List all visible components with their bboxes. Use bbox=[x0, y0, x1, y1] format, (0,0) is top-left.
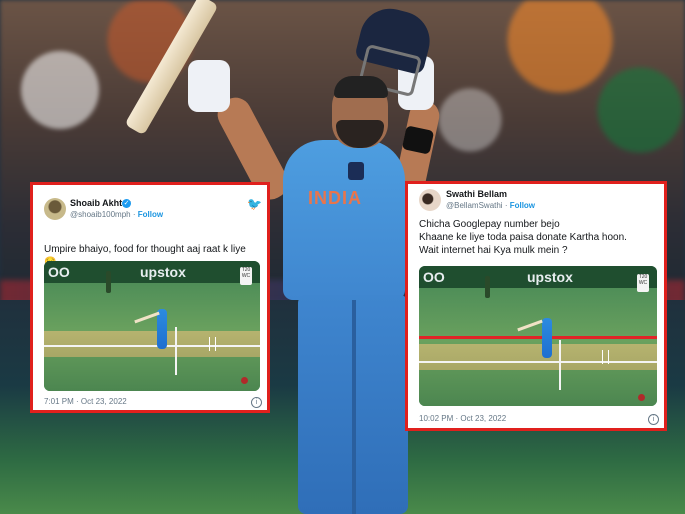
upstox-hoarding: OO upstox bbox=[419, 266, 657, 288]
avatar[interactable] bbox=[419, 189, 441, 211]
tweet-media-image[interactable]: OO upstox T20 WC bbox=[44, 261, 260, 391]
handle-line: @BellamSwathi · Follow bbox=[446, 201, 536, 210]
broadcast-logo: T20 WC bbox=[637, 274, 649, 292]
pitch bbox=[419, 344, 657, 370]
pitch bbox=[44, 331, 260, 357]
user-handle[interactable]: @BellamSwathi bbox=[446, 201, 503, 210]
broadcast-logo: T20 WC bbox=[240, 267, 252, 285]
fielder bbox=[485, 276, 490, 298]
tweet-card-swathi[interactable]: Swathi Bellam @BellamSwathi · Follow Chi… bbox=[405, 181, 667, 431]
timestamp[interactable]: 10:02 PM · Oct 23, 2022 bbox=[419, 414, 506, 423]
user-handle[interactable]: @shoaib100mph bbox=[70, 210, 131, 219]
display-name[interactable]: Swathi Bellam bbox=[446, 189, 507, 199]
stumps bbox=[209, 337, 216, 351]
left-glove bbox=[188, 60, 230, 112]
avatar[interactable] bbox=[44, 198, 66, 220]
follow-button[interactable]: Follow bbox=[138, 210, 163, 219]
upstox-hoarding: OO upstox bbox=[44, 261, 260, 283]
tweet-card-shoaib[interactable]: Shoaib Akhtar ✓ @shoaib100mph · Follow 🐦… bbox=[30, 182, 270, 413]
bcci-logo bbox=[348, 162, 364, 180]
follow-button[interactable]: Follow bbox=[510, 201, 535, 210]
tweet-media-image[interactable]: OO upstox T20 WC bbox=[419, 266, 657, 406]
info-icon[interactable]: i bbox=[648, 414, 659, 425]
stumps bbox=[602, 350, 609, 364]
batter bbox=[542, 318, 552, 358]
fielder bbox=[106, 271, 111, 293]
tweet-text: Chicha Googlepay number bejo Khaane ke l… bbox=[419, 219, 627, 256]
jersey-text: INDIA bbox=[308, 188, 362, 208]
info-icon[interactable]: i bbox=[251, 397, 262, 408]
timestamp[interactable]: 7:01 PM · Oct 23, 2022 bbox=[44, 397, 127, 406]
twitter-bird-icon[interactable]: 🐦 bbox=[247, 197, 262, 211]
batter bbox=[157, 309, 167, 349]
red-marker-line bbox=[419, 336, 657, 339]
handle-line: @shoaib100mph · Follow bbox=[70, 210, 164, 219]
hair bbox=[334, 76, 388, 98]
jersey bbox=[283, 140, 405, 300]
verified-icon: ✓ bbox=[122, 199, 131, 208]
